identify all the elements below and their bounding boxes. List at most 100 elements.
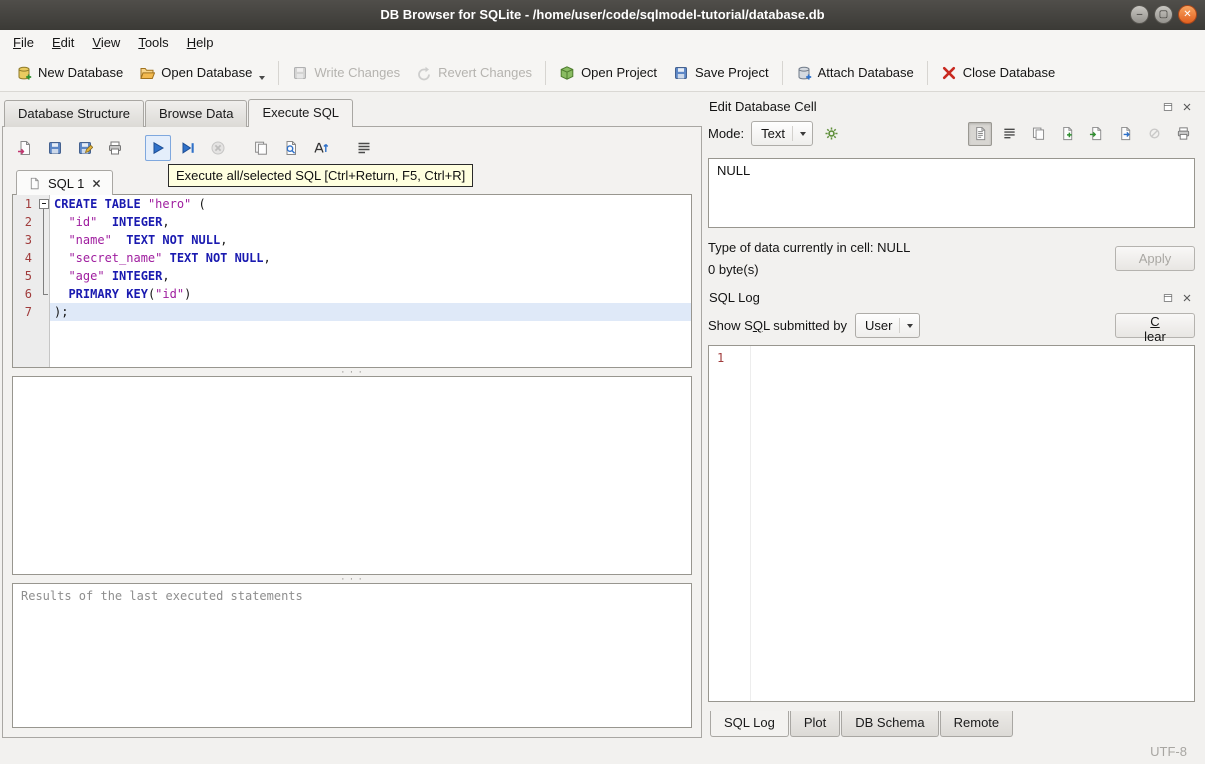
attach-database-button[interactable]: Attach Database (788, 60, 922, 86)
save-project-label: Save Project (694, 65, 769, 80)
format-sql-button[interactable] (351, 135, 377, 161)
editor-line[interactable]: 7); (13, 303, 691, 321)
maximize-button[interactable]: ▢ (1154, 5, 1173, 24)
tab-browse-data[interactable]: Browse Data (145, 100, 248, 127)
sql-token: INTEGER (111, 215, 163, 229)
encoding-label: UTF-8 (1150, 743, 1187, 759)
open-project-button[interactable]: Open Project (551, 60, 665, 86)
mode-select[interactable]: Text (751, 121, 813, 146)
execute-line-button[interactable] (175, 135, 201, 161)
line-number: 3 (13, 231, 37, 249)
open-project-icon (559, 65, 575, 81)
splitter-handle[interactable] (12, 575, 692, 583)
tab-remote[interactable]: Remote (939, 711, 1014, 737)
app-window: DB Browser for SQLite - /home/user/code/… (0, 0, 1205, 764)
splitter-handle[interactable] (12, 368, 692, 376)
new-tab-button[interactable] (248, 135, 274, 161)
sql-editor-tab[interactable]: SQL 1 (16, 170, 114, 195)
save-sql-as-button[interactable] (72, 135, 98, 161)
word-wrap-button[interactable] (997, 122, 1021, 146)
new-database-button[interactable]: New Database (8, 60, 131, 86)
results-grid (12, 376, 692, 575)
float-dock-icon[interactable] (1161, 100, 1175, 114)
find-replace-button[interactable] (278, 135, 304, 161)
write-changes-icon (292, 65, 308, 81)
sql-token: TEXT NOT NULL (126, 233, 221, 247)
export-to-file-button[interactable] (1113, 122, 1137, 146)
toolbar-separator (545, 60, 547, 85)
sql-token: ) (184, 287, 192, 301)
paste-cell-button[interactable] (1055, 122, 1079, 146)
editor-line[interactable]: 4 "secret_name" TEXT NOT NULL, (13, 249, 691, 267)
cell-settings-button[interactable] (820, 122, 844, 146)
sql-token: ( (191, 197, 206, 211)
minimize-button[interactable]: – (1130, 5, 1149, 24)
right-pane: Edit Database Cell Mode: Text NULL Type … (702, 92, 1205, 738)
sql-log-dock-title: SQL Log (708, 287, 1195, 310)
main-tab-bar: Database Structure Browse Data Execute SQL (2, 99, 702, 127)
close-dock-icon[interactable] (1180, 100, 1194, 114)
print-sql-button[interactable] (102, 135, 128, 161)
cell-editor[interactable]: NULL (708, 158, 1195, 228)
title-bar[interactable]: DB Browser for SQLite - /home/user/code/… (0, 0, 1205, 30)
mode-label: Mode: (708, 126, 745, 141)
code-line: PRIMARY KEY("id") (50, 285, 691, 303)
copy-cell-button[interactable] (1026, 122, 1050, 146)
close-database-button[interactable]: Close Database (933, 60, 1064, 86)
menu-tools[interactable]: Tools (129, 32, 177, 53)
tab-plot[interactable]: Plot (789, 711, 841, 737)
float-dock-icon[interactable] (1161, 291, 1175, 305)
open-database-button[interactable]: Open Database (131, 60, 273, 86)
menu-view[interactable]: View (83, 32, 129, 53)
print-cell-button[interactable] (1171, 122, 1195, 146)
sql-tab-close-icon[interactable] (90, 177, 103, 190)
sql-tab-label: SQL 1 (48, 175, 85, 191)
toolbar-separator (926, 60, 928, 85)
write-changes-button: Write Changes (284, 60, 408, 86)
log-filter-select[interactable]: User (855, 313, 921, 338)
close-dock-icon[interactable] (1180, 291, 1194, 305)
tab-db-schema[interactable]: DB Schema (841, 711, 939, 737)
tab-database-structure[interactable]: Database Structure (4, 100, 145, 127)
menu-help[interactable]: Help (178, 32, 223, 53)
text-mode-button[interactable] (968, 121, 992, 146)
open-database-label: Open Database (161, 65, 253, 80)
tab-sql-log[interactable]: SQL Log (710, 711, 789, 737)
editor-gutter-fill (13, 321, 691, 367)
editor-line[interactable]: 6 PRIMARY KEY("id") (13, 285, 691, 303)
sql-token: "secret_name" (68, 251, 163, 265)
chevron-down-icon (799, 131, 806, 136)
execute-all-button[interactable] (145, 135, 171, 161)
set-null-button (1142, 122, 1166, 146)
menu-edit[interactable]: Edit (43, 32, 83, 53)
tab-execute-sql[interactable]: Execute SQL (248, 99, 354, 127)
log-line-number: 1 (709, 346, 751, 701)
close-button[interactable]: ✕ (1178, 5, 1197, 24)
import-from-file-button[interactable] (1084, 122, 1108, 146)
tooltip: Execute all/selected SQL [Ctrl+Return, F… (168, 164, 474, 187)
editor-line[interactable]: 3 "name" TEXT NOT NULL, (13, 231, 691, 249)
new-database-label: New Database (38, 65, 124, 80)
open-sql-file-button[interactable] (12, 135, 38, 161)
cell-icon-row (968, 121, 1195, 146)
status-bar: UTF-8 (0, 738, 1205, 764)
sql-editor[interactable]: 1 CREATE TABLE "hero" (2 "id" INTEGER, 3 "… (12, 194, 692, 368)
clear-log-button[interactable]: Clear (1115, 313, 1195, 344)
open-database-icon (139, 65, 156, 81)
results-message-pane: Results of the last executed statements (12, 583, 692, 728)
sql-log-view[interactable]: 1 (708, 345, 1195, 702)
code-line: CREATE TABLE "hero" ( (50, 195, 691, 213)
save-sql-file-button[interactable] (42, 135, 68, 161)
open-database-dropdown-icon[interactable] (259, 75, 266, 80)
editor-line[interactable]: 5 "age" INTEGER, (13, 267, 691, 285)
stop-button (205, 135, 231, 161)
apply-button: Apply (1115, 246, 1195, 271)
editor-line[interactable]: 1 CREATE TABLE "hero" ( (13, 195, 691, 213)
editor-line[interactable]: 2 "id" INTEGER, (13, 213, 691, 231)
line-number: 2 (13, 213, 37, 231)
save-project-button[interactable]: Save Project (665, 60, 777, 86)
autocomplete-button[interactable] (308, 135, 334, 161)
menu-file[interactable]: File (4, 32, 43, 53)
